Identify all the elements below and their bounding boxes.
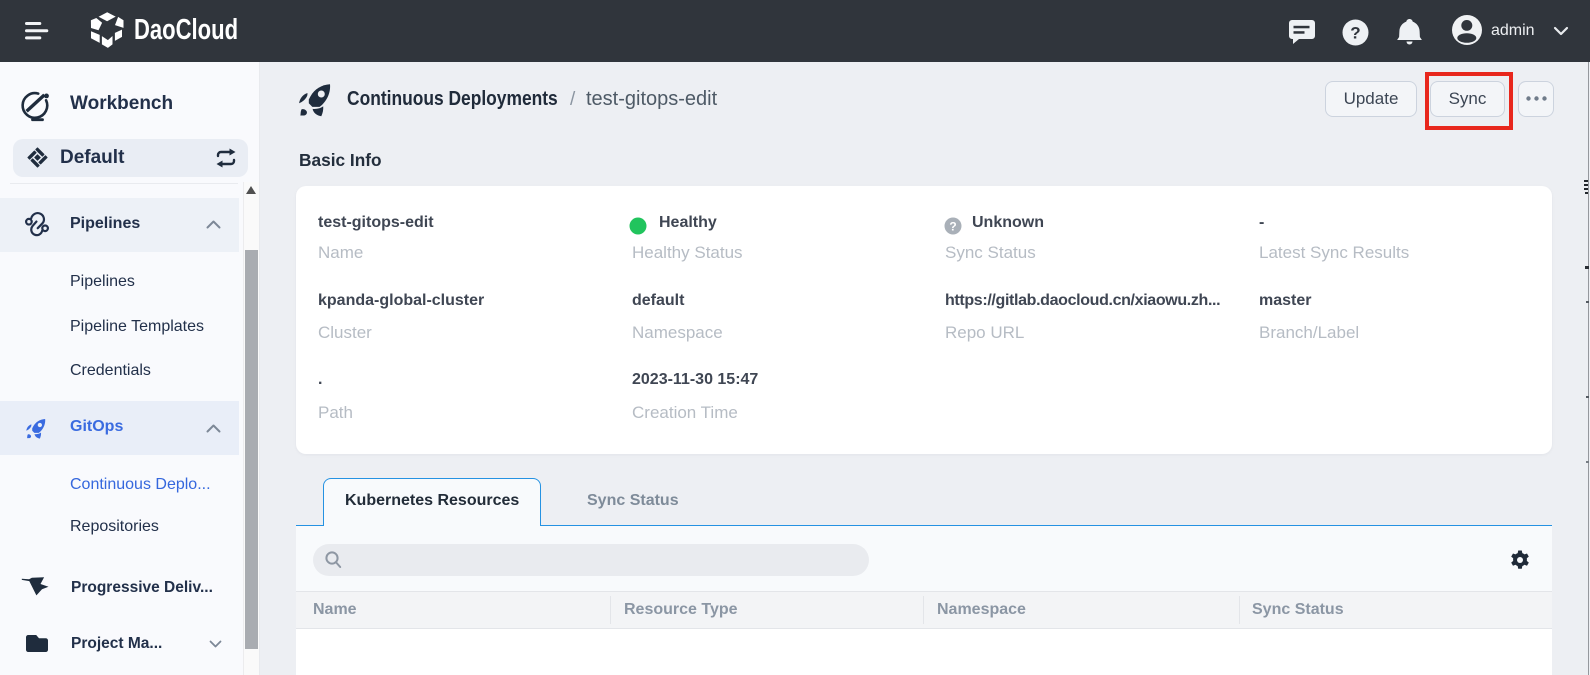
- svg-text:?: ?: [949, 219, 956, 233]
- svg-text:?: ?: [1350, 24, 1360, 43]
